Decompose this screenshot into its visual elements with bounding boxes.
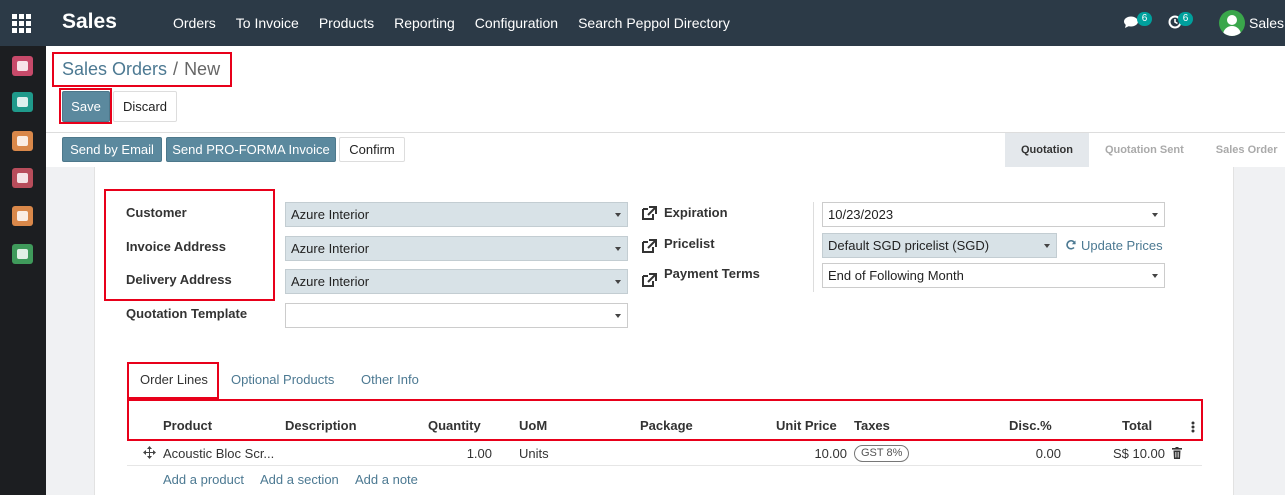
payment-terms-value: End of Following Month	[828, 268, 964, 283]
annotation-box-address-labels	[104, 189, 275, 301]
send-proforma-invoice-button[interactable]: Send PRO-FORMA Invoice	[166, 137, 336, 162]
main-menu: Orders To Invoice Products Reporting Con…	[163, 15, 740, 31]
pricelist-value: Default SGD pricelist (SGD)	[828, 238, 990, 253]
status-bar: Quotation Quotation Sent Sales Order	[1005, 133, 1285, 167]
chevron-down-icon[interactable]	[615, 314, 621, 318]
expiration-value: 10/23/2023	[828, 207, 894, 222]
update-prices-label: Update Prices	[1081, 238, 1163, 253]
annotation-box-table-header	[127, 399, 1203, 441]
annotation-box-save	[59, 88, 112, 124]
stage-quotation[interactable]: Quotation	[1005, 133, 1089, 167]
messages-count-badge: 6	[1137, 12, 1152, 26]
top-navbar: Sales Orders To Invoice Products Reporti…	[0, 0, 1285, 46]
delivery-address-value: Azure Interior	[291, 274, 370, 289]
cell-discount[interactable]: 0.00	[1000, 446, 1061, 461]
chevron-down-icon[interactable]	[615, 247, 621, 251]
user-name[interactable]: Sales	[1249, 15, 1284, 31]
menu-item-configuration[interactable]: Configuration	[465, 15, 568, 31]
documents-icon[interactable]	[12, 244, 33, 264]
menu-item-orders[interactable]: Orders	[163, 15, 226, 31]
tab-optional-products[interactable]: Optional Products	[231, 372, 334, 387]
cell-quantity[interactable]: 1.00	[432, 446, 492, 461]
app-title[interactable]: Sales	[62, 10, 117, 34]
menu-item-reporting[interactable]: Reporting	[384, 15, 465, 31]
add-section-link[interactable]: Add a section	[260, 472, 339, 487]
chevron-down-icon[interactable]	[1152, 213, 1158, 217]
add-note-link[interactable]: Add a note	[355, 472, 418, 487]
apps-menu-icon[interactable]	[12, 14, 32, 33]
menu-item-peppol-directory[interactable]: Search Peppol Directory	[568, 15, 740, 31]
pricelist-label: Pricelist	[664, 236, 715, 251]
contacts-icon[interactable]	[12, 92, 33, 112]
expiration-label: Expiration	[664, 205, 728, 220]
trash-icon[interactable]	[1172, 447, 1182, 459]
confirm-button[interactable]: Confirm	[339, 137, 405, 162]
app-sidebar	[0, 46, 46, 495]
chevron-down-icon[interactable]	[615, 213, 621, 217]
tab-other-info[interactable]: Other Info	[361, 372, 419, 387]
expiration-date-field[interactable]: 10/23/2023	[822, 202, 1165, 227]
invoice-address-value: Azure Interior	[291, 241, 370, 256]
external-link-icon[interactable]	[640, 272, 658, 288]
menu-item-products[interactable]: Products	[309, 15, 384, 31]
customer-field[interactable]: Azure Interior	[285, 202, 628, 227]
cell-unit-price[interactable]: 10.00	[770, 446, 847, 461]
menu-item-to-invoice[interactable]: To Invoice	[226, 15, 309, 31]
stage-quotation-sent[interactable]: Quotation Sent	[1089, 133, 1200, 167]
quotation-template-field[interactable]	[285, 303, 628, 328]
external-link-icon[interactable]	[640, 238, 658, 254]
chevron-down-icon[interactable]	[615, 280, 621, 284]
quotation-template-label: Quotation Template	[126, 306, 248, 321]
payment-terms-label: Payment Terms	[664, 266, 760, 281]
drag-handle-icon[interactable]	[143, 446, 156, 459]
external-link-icon[interactable]	[640, 205, 658, 221]
pricelist-field[interactable]: Default SGD pricelist (SGD)	[822, 233, 1057, 258]
refresh-icon	[1066, 240, 1076, 250]
cell-total: S$ 10.00	[1112, 446, 1165, 461]
invoicing-icon[interactable]	[12, 206, 33, 226]
payment-terms-field[interactable]: End of Following Month	[822, 263, 1165, 288]
row-divider	[127, 465, 1202, 466]
update-prices-link[interactable]: Update Prices	[1065, 238, 1163, 253]
annotation-box-order-lines-tab	[127, 362, 219, 399]
inventory-icon[interactable]	[12, 168, 33, 188]
tax-tag[interactable]: GST 8%	[854, 445, 910, 462]
column-divider	[813, 202, 814, 292]
stage-sales-order[interactable]: Sales Order	[1200, 133, 1285, 167]
invoice-address-field[interactable]: Azure Interior	[285, 236, 628, 261]
sales-chart-icon[interactable]	[12, 131, 33, 151]
chevron-down-icon[interactable]	[1044, 244, 1050, 248]
add-product-link[interactable]: Add a product	[163, 472, 244, 487]
activities-count-badge: 6	[1178, 12, 1193, 26]
delivery-address-field[interactable]: Azure Interior	[285, 269, 628, 294]
chevron-down-icon[interactable]	[1152, 274, 1158, 278]
send-by-email-button[interactable]: Send by Email	[62, 137, 162, 162]
customer-value: Azure Interior	[291, 207, 370, 222]
cell-uom[interactable]: Units	[519, 446, 549, 461]
user-avatar[interactable]	[1219, 10, 1245, 36]
annotation-box-breadcrumb	[52, 52, 232, 87]
discard-button[interactable]: Discard	[113, 91, 177, 122]
discuss-icon[interactable]	[12, 56, 33, 76]
cell-product[interactable]: Acoustic Bloc Scr...	[163, 446, 274, 461]
